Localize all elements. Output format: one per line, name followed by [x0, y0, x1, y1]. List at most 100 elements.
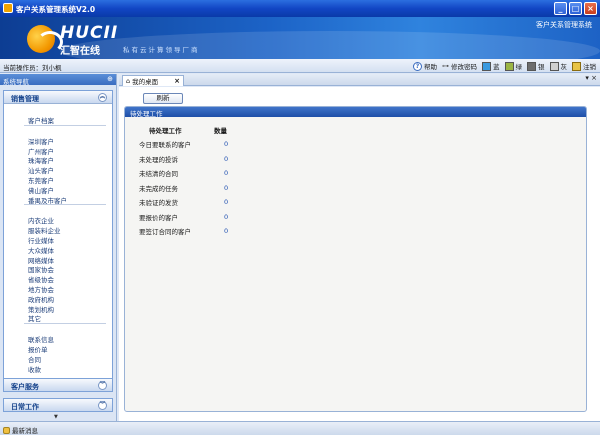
- operator-info: 当前操作员：刘小枫: [3, 62, 62, 72]
- sidebar-menu-item[interactable]: 广州客户: [28, 146, 54, 156]
- sidebar-menu-item[interactable]: 网络媒体: [28, 255, 54, 265]
- help-label: 帮助: [424, 63, 437, 71]
- sidebar-menu-item[interactable]: 大众媒体: [28, 245, 54, 255]
- panel-sales-header[interactable]: 销售管理 ︽: [4, 91, 112, 104]
- chevron-up-icon[interactable]: ︽: [98, 93, 107, 102]
- sidebar-menu-item[interactable]: 收款: [28, 364, 41, 374]
- change-password-label: 修改密码: [451, 63, 477, 71]
- sidebar-header: 系统导航 ⊕: [0, 74, 116, 86]
- slogan: 私有云计算领导厂商: [123, 46, 200, 54]
- work-item-label[interactable]: 今日要联系的客户: [139, 137, 214, 152]
- key-icon: ⊶: [442, 62, 449, 70]
- panel-service[interactable]: 客户服务 ︾: [3, 378, 113, 392]
- sidebar-menu-item[interactable]: 番禺及市客户: [28, 195, 67, 205]
- column-header-count: 数量: [214, 127, 227, 135]
- work-item-count: 0: [224, 198, 229, 207]
- work-item-label[interactable]: 未完成的任务: [139, 181, 214, 196]
- pin-icon[interactable]: ⊕: [107, 75, 113, 83]
- sidebar-menu-item[interactable]: 报价单: [28, 344, 48, 354]
- system-name: 客户关系管理系统: [536, 21, 592, 29]
- pending-work-title: 待处理工作: [125, 107, 586, 118]
- work-item-count: 0: [224, 169, 229, 178]
- sidebar-menu-item[interactable]: 东莞客户: [28, 175, 54, 185]
- sidebar-menu-item[interactable]: 省级协会: [28, 274, 54, 284]
- sidebar-menu-item[interactable]: 深圳客户: [28, 136, 54, 146]
- work-item-count: 0: [224, 212, 229, 221]
- theme-silver[interactable]: 银: [527, 61, 545, 71]
- operator-name: 刘小枫: [42, 64, 62, 72]
- banner: HUCII 汇智在线 私有云计算领导厂商 客户关系管理系统: [0, 17, 600, 59]
- tab-menu-icon[interactable]: ▾ ×: [585, 74, 597, 82]
- panel-title: 客户服务: [11, 383, 39, 391]
- title-bar: 客户关系管理系统V2.0 _ □ ×: [0, 0, 600, 17]
- table-row[interactable]: 未完成的任务 0: [139, 181, 228, 196]
- scroll-down-icon[interactable]: ▼: [54, 414, 58, 420]
- work-item-count: 0: [224, 183, 229, 192]
- chevron-down-icon[interactable]: ︾: [98, 381, 107, 390]
- table-row[interactable]: 今日要联系的客户 0: [139, 137, 228, 152]
- latest-message[interactable]: 最新消息: [3, 425, 38, 435]
- work-item-label[interactable]: 未处理的投诉: [139, 152, 214, 167]
- minimize-button[interactable]: _: [554, 2, 567, 15]
- table-row[interactable]: 未验证的发货 0: [139, 195, 228, 210]
- sidebar-menu-item[interactable]: 佛山客户: [28, 185, 54, 195]
- sidebar-menu-item[interactable]: 客户档案: [28, 115, 54, 125]
- panel-sales: 销售管理 ︽ 客户档案深圳客户 广州客户 珠海客户 汕头客户 东莞客户 佛山客户 番禺及市客…: [3, 90, 113, 382]
- silver-swatch-icon: [527, 61, 536, 71]
- blue-swatch-icon: [482, 61, 491, 71]
- logout-link[interactable]: 注销: [572, 61, 596, 71]
- logo-text: HUCII: [60, 23, 119, 43]
- change-password-link[interactable]: ⊶ 修改密码: [442, 61, 477, 71]
- maximize-button[interactable]: □: [569, 2, 582, 15]
- panel-daily[interactable]: 日常工作 ︾: [3, 398, 113, 412]
- pending-work-table: 待处理工作 数量 今日要联系的客户 0 未处理的投诉 0 未结清的合同 0 未完成的任务 0 未…: [139, 123, 228, 239]
- work-item-label[interactable]: 未结清的合同: [139, 166, 214, 181]
- sidebar-menu-item[interactable]: 合同: [28, 354, 41, 364]
- theme-label: 银: [538, 63, 545, 71]
- table-row[interactable]: 未处理的投诉 0: [139, 152, 228, 167]
- sidebar-menu-item[interactable]: 服装料企业: [28, 225, 61, 235]
- desktop-icon: ⌂: [126, 77, 131, 85]
- sidebar-menu-item[interactable]: 内衣企业: [28, 215, 54, 225]
- sidebar-menu-item[interactable]: 联系信息: [28, 334, 54, 344]
- sidebar-menu-item[interactable]: 政府机构: [28, 294, 54, 304]
- refresh-button[interactable]: 刷新: [143, 93, 183, 104]
- table-row[interactable]: 未结清的合同 0: [139, 166, 228, 181]
- theme-gray[interactable]: 灰: [549, 61, 567, 71]
- theme-green[interactable]: 绿: [504, 61, 523, 71]
- tab-my-desktop[interactable]: ⌂ 我的桌面 ×: [122, 75, 184, 86]
- sidebar-menu-item[interactable]: 国家协会: [28, 264, 54, 274]
- close-window-button[interactable]: ×: [584, 2, 597, 15]
- help-link[interactable]: ? 帮助: [413, 61, 437, 71]
- tab-label: 我的桌面: [132, 78, 159, 86]
- sidebar: 系统导航 ⊕ 销售管理 ︽ 客户档案深圳客户 广州客户 珠海客户 汕头客户 东莞客户 佛山…: [0, 74, 117, 421]
- sidebar-menu-item[interactable]: 珠海客户: [28, 155, 54, 165]
- app-icon: [3, 3, 13, 13]
- sidebar-menu-item[interactable]: 其它: [28, 313, 41, 323]
- work-item-count: 0: [224, 154, 229, 163]
- tab-close-icon[interactable]: ×: [174, 77, 180, 85]
- sidebar-menu-item[interactable]: 地方协会: [28, 284, 54, 294]
- sidebar-menu-item[interactable]: 行业媒体: [28, 235, 54, 245]
- panel-title: 日常工作: [11, 403, 39, 411]
- gray-swatch-icon: [549, 61, 559, 71]
- message-icon: [3, 426, 10, 434]
- sidebar-menu-item[interactable]: 汕头客户: [28, 165, 54, 175]
- sidebar-menu-item[interactable]: 策划机构: [28, 304, 54, 314]
- theme-blue[interactable]: 蓝: [482, 61, 500, 71]
- table-row[interactable]: 要报价的客户 0: [139, 210, 228, 225]
- panel-title: 销售管理: [11, 95, 39, 103]
- pending-work-panel: 待处理工作 待处理工作 数量 今日要联系的客户 0 未处理的投诉 0 未结清的合同 0 未完…: [124, 106, 587, 412]
- work-item-label[interactable]: 未验证的发货: [139, 195, 214, 210]
- theme-label: 绿: [515, 63, 523, 71]
- top-toolbar: 当前操作员：刘小枫 ? 帮助 ⊶ 修改密码 蓝 绿 银 灰 注销: [0, 59, 600, 73]
- work-item-label[interactable]: 要签订合同的客户: [139, 224, 214, 239]
- table-header-row: 待处理工作 数量: [139, 123, 228, 137]
- chevron-down-icon[interactable]: ︾: [98, 401, 107, 410]
- work-item-count: 0: [224, 227, 229, 236]
- window-title: 客户关系管理系统V2.0: [16, 5, 96, 14]
- work-item-label[interactable]: 要报价的客户: [139, 210, 214, 225]
- table-row[interactable]: 要签订合同的客户 0: [139, 224, 228, 239]
- logo-icon: [27, 25, 63, 53]
- menu-separator: [24, 204, 106, 206]
